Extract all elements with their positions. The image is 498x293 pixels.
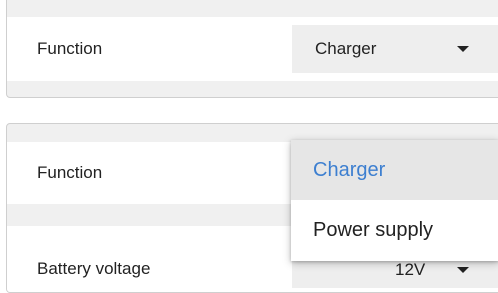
function-select[interactable]: Charger (292, 25, 498, 73)
function-row: Function Charger (7, 17, 498, 81)
chevron-down-icon (457, 46, 469, 52)
function-select-value: Charger (315, 39, 377, 58)
dropdown-option-label: Charger (313, 158, 386, 181)
battery-voltage-label: Battery voltage (37, 259, 151, 278)
chevron-down-icon (457, 267, 469, 273)
battery-voltage-value: 12V (395, 260, 426, 279)
dropdown-option-charger[interactable]: Charger (291, 140, 498, 200)
dropdown-option-power-supply[interactable]: Power supply (291, 200, 498, 260)
function-label: Function (37, 163, 103, 182)
settings-card-1: Function Charger (6, 0, 498, 98)
dropdown-option-label: Power supply (313, 218, 434, 241)
function-dropdown-menu: Charger Power supply (291, 140, 498, 261)
function-label: Function (37, 39, 103, 58)
